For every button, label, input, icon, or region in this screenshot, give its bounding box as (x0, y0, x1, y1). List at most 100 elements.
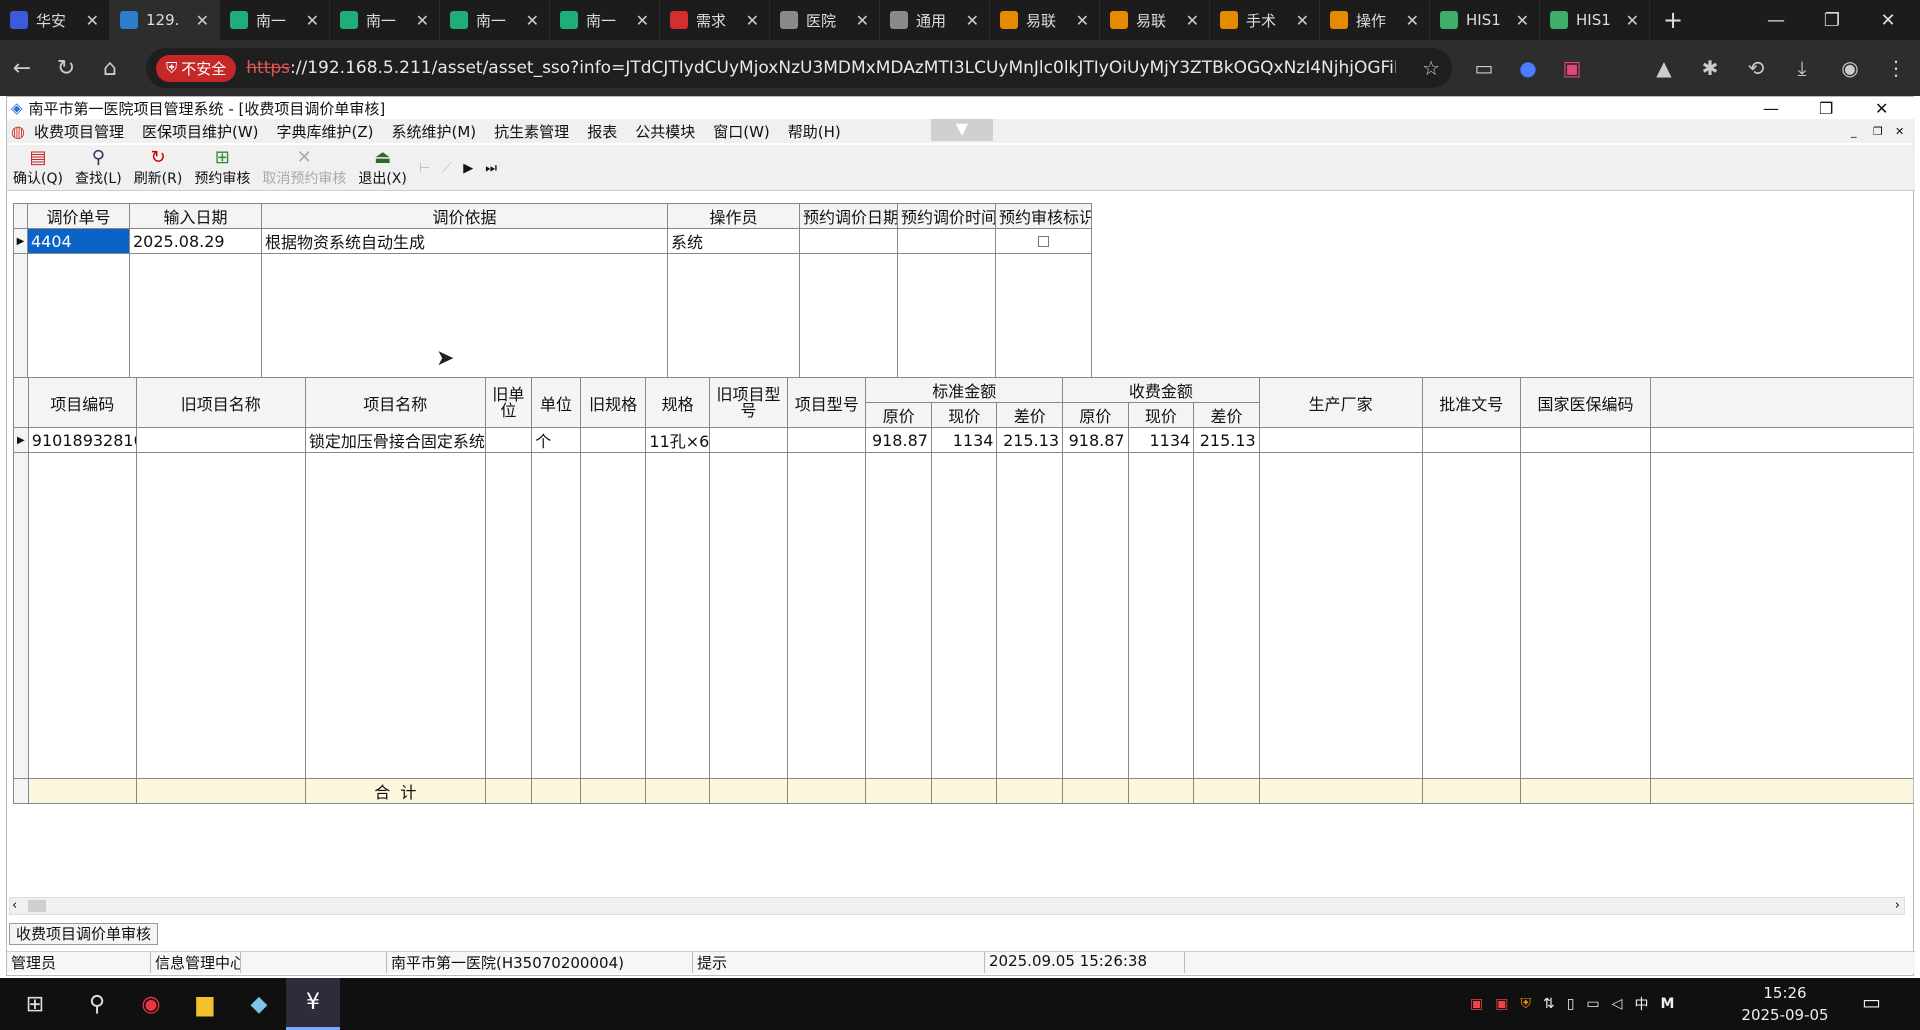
tab-close-icon[interactable]: ✕ (196, 11, 209, 30)
browser-tab[interactable]: 华安 ✕ (0, 0, 110, 40)
minimize-icon[interactable]: — (1748, 0, 1804, 40)
col-input-date[interactable]: 输入日期 (129, 203, 262, 229)
horizontal-scrollbar[interactable]: ‹ › (9, 897, 1905, 915)
find-button[interactable]: ⚲ 查找(L) (69, 146, 128, 190)
ime-indicator[interactable]: 中 (1634, 994, 1648, 1014)
col-model[interactable]: 项目型号 (787, 377, 867, 428)
cell-spec[interactable]: 11孔×6 (645, 427, 710, 453)
col-fee-diff[interactable]: 差价 (1193, 402, 1260, 428)
more-icon[interactable]: ⋮ (1880, 52, 1912, 84)
url-text[interactable]: https://192.168.5.211/asset/asset_sso?in… (246, 58, 1396, 78)
security-badge[interactable]: ⛨ 不安全 (156, 54, 237, 82)
next-record-icon[interactable]: ▶ (457, 146, 479, 190)
browser-tab[interactable]: 南一 ✕ (220, 0, 330, 40)
tray-shield-icon[interactable]: ⛨ (1520, 996, 1531, 1012)
cell-item-name[interactable]: 锁定加压骨接合固定系统 (304, 427, 486, 453)
close-icon[interactable]: ✕ (1860, 0, 1916, 40)
col-sched-flag[interactable]: 预约审核标识 (995, 203, 1092, 229)
address-bar[interactable]: ⛨ 不安全 https://192.168.5.211/asset/asset_… (146, 48, 1452, 88)
cell-sched-flag[interactable] (995, 228, 1092, 254)
col-std-diff[interactable]: 差价 (996, 402, 1064, 428)
menu-item[interactable]: 窗口(W) (704, 121, 779, 142)
browser-tab[interactable]: 南一 ✕ (440, 0, 550, 40)
refresh-button[interactable]: ↻ 刷新(R) (128, 146, 189, 190)
cell-basis[interactable]: 根据物资系统自动生成 (261, 228, 668, 254)
col-old-name[interactable]: 旧项目名称 (135, 377, 306, 428)
cell-sched-time[interactable] (897, 228, 996, 254)
cell-national-code[interactable] (1519, 427, 1652, 453)
col-old-spec[interactable]: 旧规格 (579, 377, 647, 428)
tab-close-icon[interactable]: ✕ (526, 11, 539, 30)
chrome-icon[interactable]: ◉ (124, 978, 178, 1030)
history-icon[interactable]: ⟲ (1740, 52, 1772, 84)
cell-std-orig[interactable]: 918.87 (865, 427, 932, 453)
mdi-minimize-icon[interactable]: _ (1851, 125, 1857, 138)
tray-app2-icon[interactable]: ▣ (1495, 996, 1508, 1012)
translate-icon[interactable]: ▣ (1556, 52, 1588, 84)
menu-item[interactable]: 医保项目维护(W) (133, 121, 268, 142)
tab-close-icon[interactable]: ✕ (746, 11, 759, 30)
col-std-orig[interactable]: 原价 (865, 402, 932, 428)
col-approval[interactable]: 批准文号 (1421, 377, 1521, 428)
cell-order-no[interactable]: 4404 (27, 228, 130, 254)
col-national-code[interactable]: 国家医保编码 (1519, 377, 1652, 428)
app-shortcut-icon[interactable]: ◆ (232, 978, 286, 1030)
scroll-right-icon[interactable]: › (1895, 898, 1900, 913)
cell-approval[interactable] (1421, 427, 1521, 453)
file-explorer-icon[interactable]: ▆ (178, 978, 232, 1030)
first-record-icon[interactable]: ⊢ (413, 146, 436, 190)
browser-tab[interactable]: HIS1 ✕ (1430, 0, 1540, 40)
browser-tab[interactable]: 手术 ✕ (1210, 0, 1320, 40)
tab-close-icon[interactable]: ✕ (1076, 11, 1089, 30)
browser-tab[interactable]: 医院 ✕ (770, 0, 880, 40)
notification-icon[interactable]: ▭ (1862, 990, 1881, 1014)
cell-fee-diff[interactable]: 215.13 (1193, 427, 1260, 453)
mdi-close-icon[interactable]: ✕ (1895, 125, 1904, 138)
tab-close-icon[interactable]: ✕ (416, 11, 429, 30)
col-maker[interactable]: 生产厂家 (1258, 377, 1423, 428)
tray-volume-icon[interactable]: ◁ (1612, 996, 1623, 1012)
col-operator[interactable]: 操作员 (667, 203, 800, 229)
schedule-audit-button[interactable]: ⊞ 预约审核 (188, 146, 256, 190)
col-old-unit[interactable]: 旧单位 (484, 377, 533, 428)
window-tab[interactable]: 收费项目调价单审核 (9, 923, 159, 945)
cell-fee-orig[interactable]: 918.87 (1062, 427, 1129, 453)
last-record-icon[interactable]: ⏭ (479, 146, 503, 190)
windows-start-icon[interactable]: ⊞ (0, 978, 70, 1030)
col-sched-date[interactable]: 预约调价日期 (799, 203, 898, 229)
confirm-button[interactable]: ▤ 确认(Q) (7, 146, 69, 190)
app-restore-icon[interactable]: ❐ (1819, 99, 1833, 118)
browser-tab[interactable]: 操作 ✕ (1320, 0, 1430, 40)
app-minimize-icon[interactable]: — (1763, 99, 1779, 118)
ime-mode-indicator[interactable]: M (1660, 996, 1674, 1012)
tray-display-icon[interactable]: ▭ (1586, 996, 1599, 1012)
browser-tab[interactable]: 需求 ✕ (660, 0, 770, 40)
table-row[interactable]: ▶ 910189328100 锁定加压骨接合固定系统 个 11孔×6 918.8… (13, 427, 1913, 453)
cell-old-name[interactable] (135, 427, 306, 453)
audit-flag-checkbox[interactable] (1038, 235, 1049, 247)
cell-item-code[interactable]: 910189328100 (27, 427, 137, 453)
taskbar-search-icon[interactable]: ⚲ (70, 978, 124, 1030)
prev-record-icon[interactable]: ⟋ (436, 146, 457, 190)
app-close-icon[interactable]: ✕ (1875, 99, 1888, 118)
home-icon[interactable]: ⌂ (88, 46, 132, 90)
browser-tab[interactable]: 129. ✕ (110, 0, 220, 40)
tab-close-icon[interactable]: ✕ (86, 11, 99, 30)
col-item-name[interactable]: 项目名称 (304, 377, 486, 428)
cell-unit[interactable]: 个 (531, 427, 581, 453)
cell-std-cur[interactable]: 1134 (930, 427, 998, 453)
tab-close-icon[interactable]: ✕ (1186, 11, 1199, 30)
browser-tab[interactable]: 易联 ✕ (1100, 0, 1210, 40)
taskbar-clock[interactable]: 15:26 2025-09-05 (1740, 982, 1830, 1026)
tray-network-icon[interactable]: ⇅ (1543, 996, 1555, 1012)
col-sched-time[interactable]: 预约调价时间 (897, 203, 996, 229)
cell-operator[interactable]: 系统 (667, 228, 800, 254)
menu-item[interactable]: 收费项目管理 (25, 121, 133, 142)
cell-maker[interactable] (1258, 427, 1423, 453)
col-unit[interactable]: 单位 (531, 377, 581, 428)
col-order-no[interactable]: 调价单号 (27, 203, 130, 229)
scroll-left-icon[interactable]: ‹ (12, 898, 17, 913)
download-icon[interactable]: ⤓ (1786, 52, 1818, 84)
back-icon[interactable]: ← (0, 46, 44, 90)
menu-item[interactable]: 公共模块 (626, 121, 704, 142)
